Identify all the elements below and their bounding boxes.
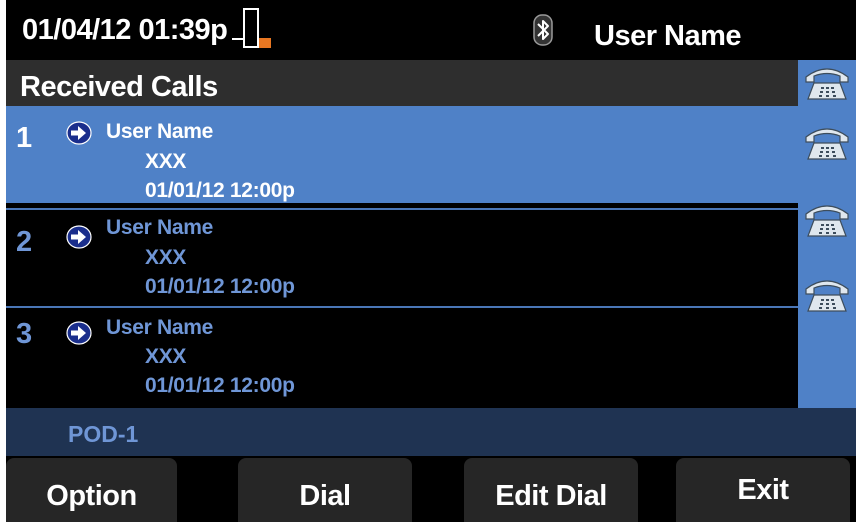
call-timestamp: 01/01/12 12:00p: [145, 275, 295, 298]
title-bar: Received Calls: [6, 60, 798, 106]
call-list-item[interactable]: 2 User Name XXX 01/01/12 12:00p: [6, 208, 798, 306]
option-softkey[interactable]: Option: [6, 458, 177, 522]
call-list-item[interactable]: 1 User Name XXX 01/01/12 12:00p: [6, 106, 798, 203]
incoming-call-arrow-icon: [66, 225, 92, 249]
incoming-call-arrow-icon: [66, 321, 92, 345]
call-timestamp: 01/01/12 12:00p: [145, 179, 295, 202]
softkey-bar: Option Dial Edit Dial Exit: [6, 456, 856, 522]
call-timestamp: 01/01/12 12:00p: [145, 374, 295, 397]
datetime-display: 01/04/12 01:39p: [22, 14, 228, 46]
line-button-column: [798, 60, 856, 408]
bluetooth-icon: [533, 14, 553, 46]
dial-softkey[interactable]: Dial: [238, 458, 412, 522]
call-index: 2: [16, 226, 33, 258]
call-list-item[interactable]: 3 User Name XXX 01/01/12 12:00p: [6, 306, 798, 407]
caller-number: XXX: [145, 246, 187, 269]
page-title: Received Calls: [20, 71, 218, 103]
call-index: 3: [16, 318, 33, 350]
phone-icon[interactable]: [802, 200, 852, 238]
pod-status-bar: POD-1: [6, 408, 856, 456]
header-user-name: User Name: [594, 20, 742, 52]
status-header: 01/04/12 01:39p User Name: [6, 0, 856, 60]
incoming-call-arrow-icon: [66, 121, 92, 145]
phone-icon[interactable]: [802, 123, 852, 161]
phone-screen: 01/04/12 01:39p User Name Received Calls: [6, 0, 856, 522]
caller-number: XXX: [145, 150, 187, 173]
line-status-icon: [232, 8, 271, 48]
phone-icon[interactable]: [802, 63, 852, 101]
caller-name: User Name: [106, 216, 214, 239]
exit-softkey[interactable]: Exit: [676, 458, 850, 522]
phone-icon[interactable]: [802, 275, 852, 313]
pod-label: POD-1: [68, 421, 139, 447]
caller-name: User Name: [106, 316, 214, 339]
call-index: 1: [16, 122, 33, 154]
caller-name: User Name: [106, 120, 214, 143]
edit-dial-softkey[interactable]: Edit Dial: [464, 458, 638, 522]
caller-number: XXX: [145, 345, 187, 368]
